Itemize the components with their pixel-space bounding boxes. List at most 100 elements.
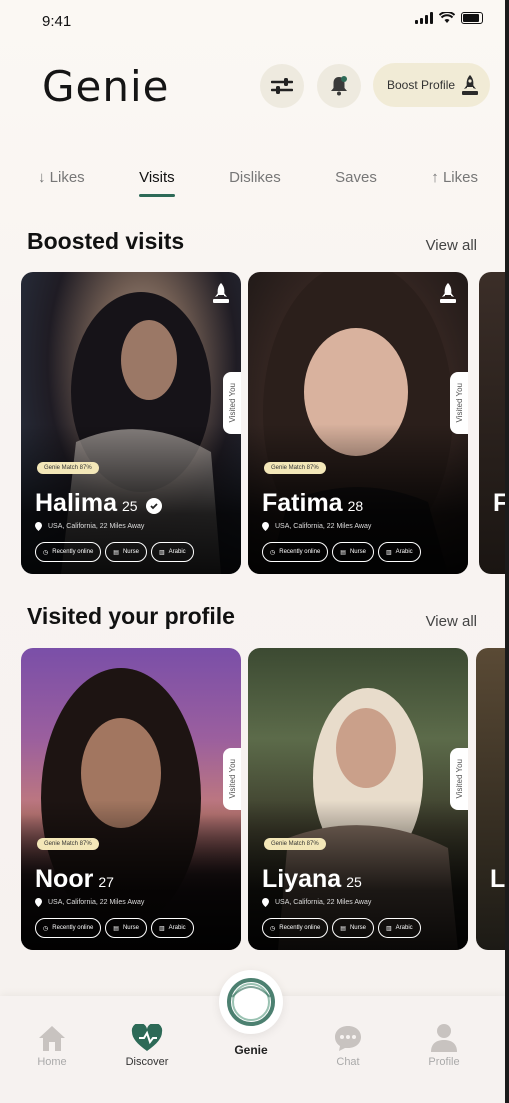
visited-you-tag: Visited You bbox=[223, 748, 241, 810]
tab-saves[interactable]: Saves bbox=[335, 166, 377, 206]
profile-chips: ◷ Recently online ▤ Nurse ▥ Arabic bbox=[262, 542, 421, 562]
profile-age: 25 bbox=[346, 874, 362, 890]
match-badge: Genie Match 87% bbox=[264, 838, 326, 850]
profile-age: 28 bbox=[347, 498, 364, 514]
profile-chips: ◷ Recently online ▤ Nurse ▥ Arabic bbox=[35, 918, 194, 938]
filter-button[interactable] bbox=[260, 64, 304, 108]
profile-card[interactable]: Visited You Genie Match 87% Liyana 25 US… bbox=[248, 648, 468, 950]
nav-discover[interactable]: Discover bbox=[107, 1020, 187, 1068]
sliders-icon bbox=[271, 78, 293, 94]
nav-genie-label: Genie bbox=[234, 1043, 268, 1057]
profile-name: Halima 25 bbox=[35, 489, 162, 518]
chip-language: ▥ Arabic bbox=[377, 918, 421, 938]
profile-card-partial[interactable]: F bbox=[479, 272, 505, 574]
nav-chat[interactable]: Chat bbox=[308, 1020, 388, 1068]
profile-card[interactable]: Visited You Genie Match 87% Noor 27 USA,… bbox=[21, 648, 241, 950]
battery-icon bbox=[461, 12, 483, 24]
profile-location: USA, California, 22 Miles Away bbox=[35, 898, 144, 907]
profile-location: USA, California, 22 Miles Away bbox=[262, 522, 371, 531]
boosted-view-all-link[interactable]: View all bbox=[426, 237, 477, 254]
nav-home[interactable]: Home bbox=[12, 1020, 92, 1068]
visited-view-all-link[interactable]: View all bbox=[426, 613, 477, 630]
visited-you-tag: Visited You bbox=[450, 372, 468, 434]
home-icon bbox=[39, 1026, 65, 1051]
profile-chips: ◷ Recently online ▤ Nurse ▥ Arabic bbox=[262, 918, 421, 938]
match-badge: Genie Match 87% bbox=[37, 462, 99, 474]
boost-profile-label: Boost Profile bbox=[387, 78, 456, 92]
profile-name: Liyana 25 bbox=[262, 865, 362, 893]
boost-profile-button[interactable]: Boost Profile bbox=[373, 63, 490, 107]
briefcase-icon: ▤ bbox=[340, 549, 346, 556]
briefcase-icon: ▤ bbox=[340, 925, 346, 932]
clock-icon: ◷ bbox=[43, 549, 49, 556]
tab-bar: ↓ Likes Visits Dislikes Saves ↑ Likes bbox=[38, 166, 478, 206]
status-bar: 9:41 bbox=[0, 0, 505, 44]
tab-likes-received[interactable]: ↓ Likes bbox=[38, 166, 85, 206]
profile-card[interactable]: Visited You Genie Match 87% Halima 25 US… bbox=[21, 272, 241, 574]
book-icon: ▥ bbox=[158, 925, 165, 932]
chip-online-status: ◷ Recently online bbox=[262, 542, 329, 562]
clock-icon: ◷ bbox=[270, 549, 276, 556]
tab-likes-sent[interactable]: ↑ Likes bbox=[431, 166, 478, 206]
chip-language: ▥ Arabic bbox=[150, 918, 194, 938]
visited-you-tag: Visited You bbox=[450, 748, 468, 810]
chip-profession: ▤ Nurse bbox=[105, 918, 147, 938]
nav-home-label: Home bbox=[37, 1056, 67, 1068]
chip-profession: ▤ Nurse bbox=[105, 542, 147, 562]
chip-online-status: ◷ Recently online bbox=[35, 542, 102, 562]
chip-language: ▥ Arabic bbox=[377, 542, 421, 562]
notifications-button[interactable] bbox=[317, 64, 361, 108]
boosted-visits-title: Boosted visits bbox=[27, 228, 185, 254]
chip-online-status: ◷ Recently online bbox=[35, 918, 102, 938]
match-badge: Genie Match 87% bbox=[37, 838, 99, 850]
status-time: 9:41 bbox=[42, 13, 72, 30]
chip-language: ▥ Arabic bbox=[150, 542, 194, 562]
location-pin-icon bbox=[35, 522, 42, 531]
app-logo: Genie bbox=[42, 62, 170, 111]
heart-icon bbox=[131, 1024, 163, 1051]
wifi-icon bbox=[439, 12, 455, 23]
chip-profession: ▤ Nurse bbox=[332, 918, 374, 938]
visited-you-tag: Visited You bbox=[223, 372, 241, 434]
status-icons bbox=[415, 12, 483, 24]
profile-card[interactable]: Visited You Genie Match 87% Fatima 28 US… bbox=[248, 272, 468, 574]
chip-profession: ▤ Nurse bbox=[332, 542, 374, 562]
briefcase-icon: ▤ bbox=[113, 549, 119, 556]
bell-icon bbox=[331, 76, 347, 96]
profile-location: USA, California, 22 Miles Away bbox=[262, 898, 371, 907]
nav-chat-label: Chat bbox=[336, 1056, 360, 1068]
profile-name: Noor 27 bbox=[35, 865, 114, 893]
nav-discover-label: Discover bbox=[125, 1056, 169, 1068]
match-badge: Genie Match 87% bbox=[264, 462, 326, 474]
profile-icon bbox=[431, 1024, 457, 1052]
tab-dislikes[interactable]: Dislikes bbox=[229, 166, 281, 206]
profile-card-partial[interactable]: L bbox=[476, 648, 505, 950]
boost-rocket-icon bbox=[213, 283, 229, 303]
location-pin-icon bbox=[35, 898, 42, 907]
signal-icon bbox=[415, 12, 433, 24]
location-pin-icon bbox=[262, 522, 269, 531]
nav-profile-label: Profile bbox=[428, 1056, 460, 1068]
rocket-icon bbox=[462, 75, 479, 95]
genie-orb-button[interactable] bbox=[219, 970, 283, 1034]
book-icon: ▥ bbox=[385, 549, 392, 556]
briefcase-icon: ▤ bbox=[113, 925, 119, 932]
book-icon: ▥ bbox=[158, 549, 165, 556]
boost-rocket-icon bbox=[440, 283, 456, 303]
chip-online-status: ◷ Recently online bbox=[262, 918, 329, 938]
tab-visits[interactable]: Visits bbox=[139, 166, 175, 206]
location-pin-icon bbox=[262, 898, 269, 907]
book-icon: ▥ bbox=[385, 925, 392, 932]
profile-name: L bbox=[490, 865, 505, 893]
profile-name: Fatima 28 bbox=[262, 489, 364, 517]
genie-orb-icon bbox=[227, 978, 275, 1026]
clock-icon: ◷ bbox=[270, 925, 276, 932]
verified-icon bbox=[145, 498, 162, 514]
nav-profile[interactable]: Profile bbox=[404, 1020, 484, 1068]
profile-name: F bbox=[493, 489, 505, 517]
device-edge bbox=[505, 0, 509, 1103]
chat-icon bbox=[335, 1026, 361, 1051]
clock-icon: ◷ bbox=[43, 925, 49, 932]
profile-chips: ◷ Recently online ▤ Nurse ▥ Arabic bbox=[35, 542, 194, 562]
visited-profile-title: Visited your profile bbox=[27, 603, 235, 629]
